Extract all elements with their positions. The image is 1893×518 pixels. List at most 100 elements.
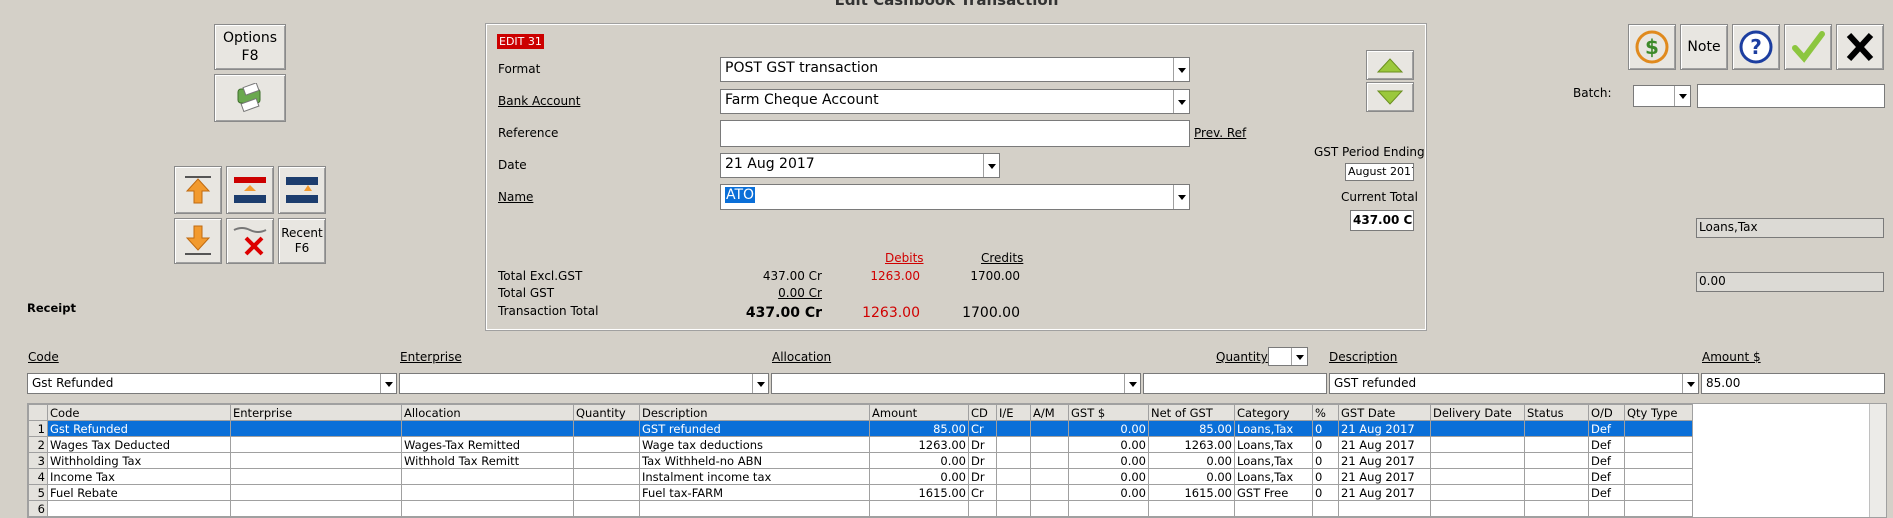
table-cell-qty[interactable]: [573, 468, 640, 485]
column-header[interactable]: Code: [47, 404, 231, 421]
enterprise-select[interactable]: [399, 373, 769, 394]
table-cell-qty[interactable]: [573, 452, 640, 469]
table-cell-od[interactable]: Def: [1588, 436, 1625, 453]
table-cell-am[interactable]: [1030, 468, 1069, 485]
table-row[interactable]: 6: [28, 500, 1693, 517]
table-cell-am[interactable]: [1030, 420, 1069, 437]
table-cell-ie[interactable]: [996, 420, 1031, 437]
table-cell-qty[interactable]: [573, 420, 640, 437]
chevron-down-icon[interactable]: [1173, 90, 1189, 113]
table-cell-qtytype[interactable]: [1624, 500, 1693, 517]
column-header[interactable]: O/D: [1588, 404, 1625, 421]
table-cell-net[interactable]: 0.00: [1148, 452, 1235, 469]
table-row[interactable]: 4 Income Tax Instalment income tax 0.00 Dr 0.…: [28, 468, 1693, 485]
table-cell-od[interactable]: Def: [1588, 468, 1625, 485]
print-button[interactable]: [214, 74, 286, 122]
table-cell-alloc[interactable]: Withhold Tax Remitt: [401, 452, 574, 469]
row-number[interactable]: 5: [28, 484, 48, 501]
quantity-input[interactable]: [1143, 373, 1327, 394]
table-cell-gst[interactable]: 0.00: [1068, 484, 1149, 501]
table-cell-deliv[interactable]: [1430, 436, 1525, 453]
column-header[interactable]: Amount: [869, 404, 969, 421]
table-cell-net[interactable]: 85.00: [1148, 420, 1235, 437]
table-cell-desc[interactable]: Tax Withheld-no ABN: [639, 452, 870, 469]
table-cell-ent[interactable]: [230, 452, 402, 469]
code-label[interactable]: Code: [28, 350, 59, 364]
table-cell-status[interactable]: [1524, 452, 1589, 469]
table-cell-cd[interactable]: Dr: [968, 468, 997, 485]
table-cell-qtytype[interactable]: [1624, 436, 1693, 453]
batch-input[interactable]: [1697, 84, 1885, 108]
table-cell-gstdate[interactable]: 21 Aug 2017: [1338, 436, 1431, 453]
column-header[interactable]: Net of GST: [1148, 404, 1235, 421]
quantity-label[interactable]: Quantity: [1216, 350, 1268, 364]
table-cell-qtytype[interactable]: [1624, 484, 1693, 501]
chevron-down-icon[interactable]: [380, 374, 396, 393]
table-cell-code[interactable]: [47, 500, 231, 517]
chevron-down-icon[interactable]: [1124, 374, 1140, 393]
column-header[interactable]: Qty Type: [1624, 404, 1693, 421]
table-cell-deliv[interactable]: [1430, 484, 1525, 501]
table-cell-desc[interactable]: Wage tax deductions: [639, 436, 870, 453]
table-cell-pct[interactable]: 0: [1312, 484, 1339, 501]
table-cell-gst[interactable]: [1068, 500, 1149, 517]
column-header[interactable]: Description: [639, 404, 870, 421]
table-cell-code[interactable]: Wages Tax Deducted: [47, 436, 231, 453]
bank-account-label[interactable]: Bank Account: [498, 94, 580, 108]
table-cell-cd[interactable]: Dr: [968, 452, 997, 469]
table-cell-am[interactable]: [1030, 452, 1069, 469]
table-cell-cat[interactable]: Loans,Tax: [1234, 452, 1313, 469]
prev-ref-link[interactable]: Prev. Ref: [1194, 126, 1246, 140]
lines-grid[interactable]: Code Enterprise Allocation Quantity Desc…: [27, 403, 1887, 518]
description-label[interactable]: Description: [1329, 350, 1397, 364]
table-cell-desc[interactable]: GST refunded: [639, 420, 870, 437]
table-cell-alloc[interactable]: [401, 468, 574, 485]
table-cell-gstdate[interactable]: [1338, 500, 1431, 517]
table-cell-code[interactable]: Income Tax: [47, 468, 231, 485]
table-cell-net[interactable]: 0.00: [1148, 468, 1235, 485]
table-cell-ie[interactable]: [996, 500, 1031, 517]
table-cell-pct[interactable]: [1312, 500, 1339, 517]
table-cell-od[interactable]: Def: [1588, 420, 1625, 437]
table-cell-amount[interactable]: [869, 500, 969, 517]
table-cell-code[interactable]: Withholding Tax: [47, 452, 231, 469]
table-cell-alloc[interactable]: [401, 420, 574, 437]
table-cell-gstdate[interactable]: 21 Aug 2017: [1338, 452, 1431, 469]
column-header[interactable]: A/M: [1030, 404, 1069, 421]
table-cell-status[interactable]: [1524, 436, 1589, 453]
column-header[interactable]: GST $: [1068, 404, 1149, 421]
table-cell-am[interactable]: [1030, 436, 1069, 453]
table-cell-cat[interactable]: GST Free: [1234, 484, 1313, 501]
table-cell-amount[interactable]: 0.00: [869, 452, 969, 469]
table-cell-qtytype[interactable]: [1624, 452, 1693, 469]
table-cell-net[interactable]: [1148, 500, 1235, 517]
column-header[interactable]: Delivery Date: [1430, 404, 1525, 421]
name-label[interactable]: Name: [498, 190, 533, 204]
table-cell-qty[interactable]: [573, 436, 640, 453]
table-cell-desc[interactable]: Instalment income tax: [639, 468, 870, 485]
table-cell-deliv[interactable]: [1430, 452, 1525, 469]
table-cell-alloc[interactable]: Wages-Tax Remitted: [401, 436, 574, 453]
table-cell-net[interactable]: 1615.00: [1148, 484, 1235, 501]
table-cell-alloc[interactable]: [401, 500, 574, 517]
column-header[interactable]: GST Date: [1338, 404, 1431, 421]
table-cell-amount[interactable]: 0.00: [869, 468, 969, 485]
enterprise-label[interactable]: Enterprise: [400, 350, 462, 364]
help-button[interactable]: ?: [1732, 24, 1780, 70]
table-cell-am[interactable]: [1030, 500, 1069, 517]
ok-button[interactable]: [1784, 24, 1832, 70]
table-cell-am[interactable]: [1030, 484, 1069, 501]
table-cell-cd[interactable]: Cr: [968, 484, 997, 501]
column-header[interactable]: Quantity: [573, 404, 640, 421]
name-select[interactable]: ATO: [720, 184, 1190, 210]
table-cell-ent[interactable]: [230, 484, 402, 501]
row-number[interactable]: 2: [28, 436, 48, 453]
chevron-down-icon[interactable]: [1674, 86, 1690, 106]
table-cell-gst[interactable]: 0.00: [1068, 452, 1149, 469]
vertical-scrollbar[interactable]: [1869, 404, 1886, 517]
allocation-label[interactable]: Allocation: [772, 350, 831, 364]
table-cell-qty[interactable]: [573, 500, 640, 517]
table-cell-alloc[interactable]: [401, 484, 574, 501]
allocation-select[interactable]: [771, 373, 1141, 394]
table-cell-status[interactable]: [1524, 484, 1589, 501]
